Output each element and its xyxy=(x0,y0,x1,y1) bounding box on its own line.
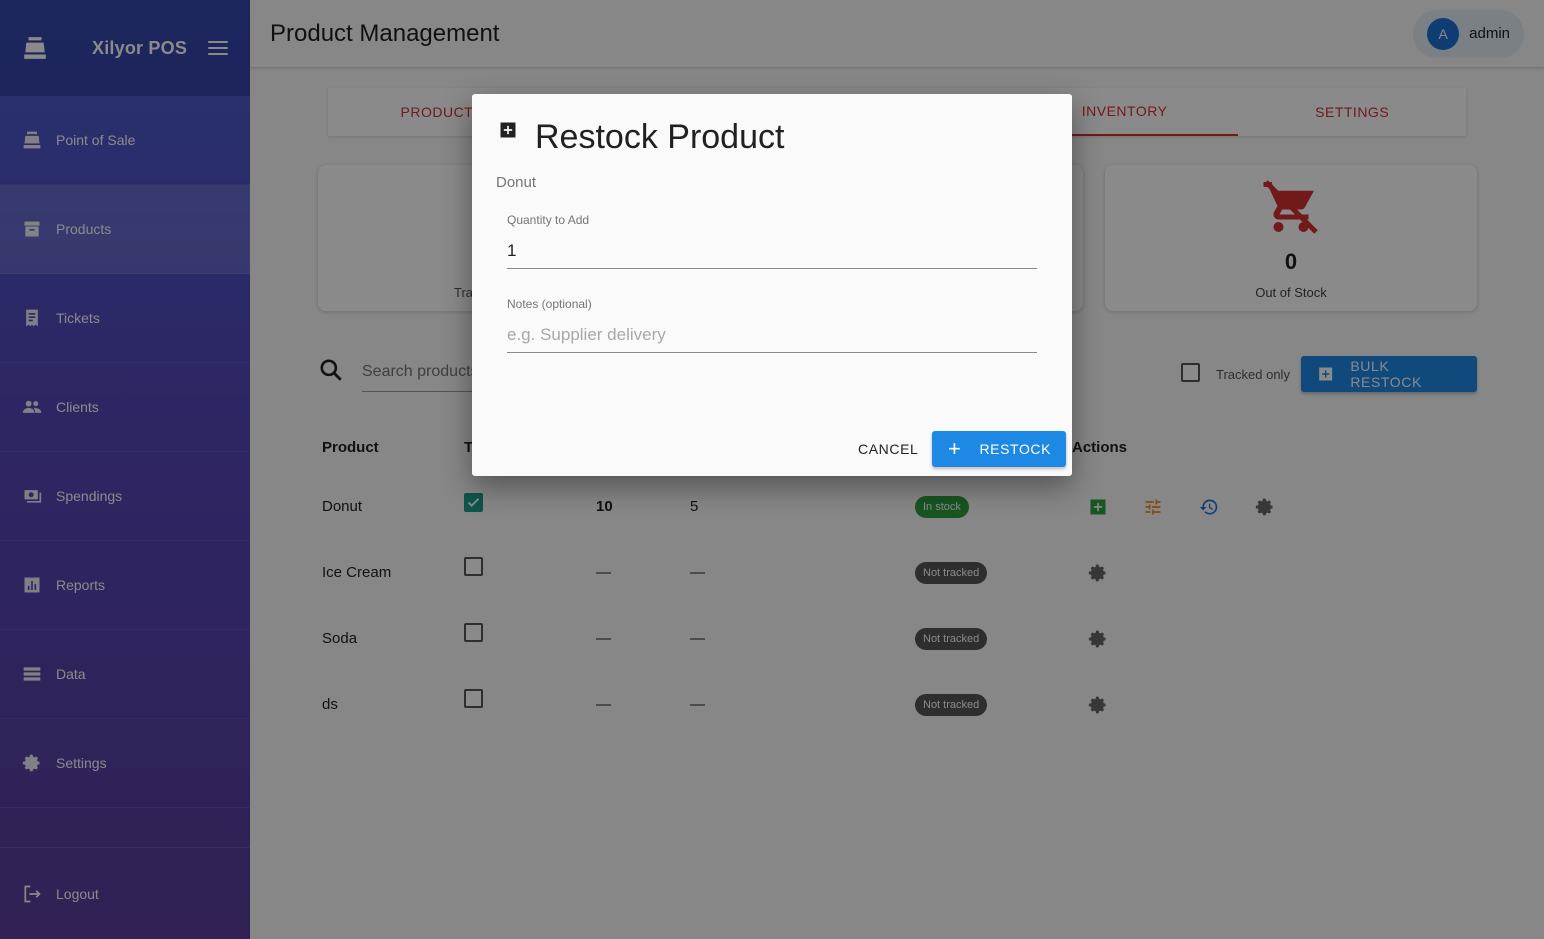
restock-label: RESTOCK xyxy=(979,441,1052,457)
notes-input[interactable] xyxy=(507,317,1037,353)
plus-icon: + xyxy=(948,436,962,461)
restock-dialog: Restock Product Donut Quantity to Add No… xyxy=(472,94,1072,476)
restock-button[interactable]: + RESTOCK xyxy=(932,431,1066,467)
add-box-icon xyxy=(500,122,516,138)
notes-label: Notes (optional) xyxy=(507,297,592,311)
quantity-input[interactable] xyxy=(507,233,1037,269)
dialog-product-name: Donut xyxy=(496,174,537,191)
quantity-label: Quantity to Add xyxy=(507,213,590,227)
cancel-button[interactable]: CANCEL xyxy=(844,431,932,467)
dialog-title: Restock Product xyxy=(535,118,785,156)
